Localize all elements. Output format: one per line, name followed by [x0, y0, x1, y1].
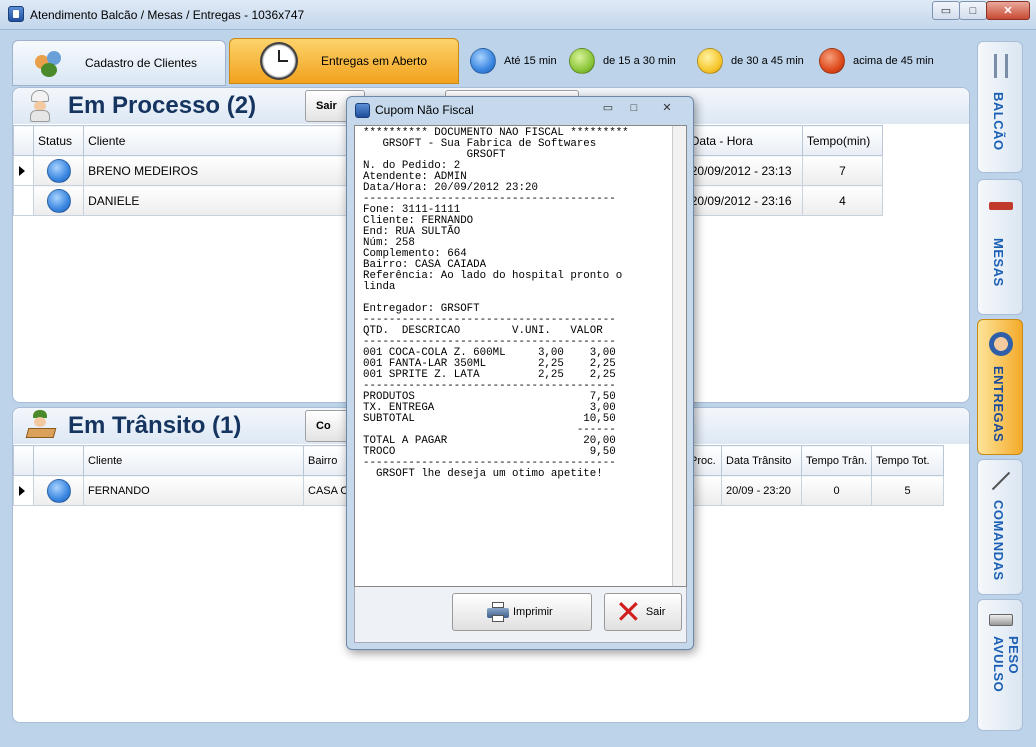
receipt-text: ********** DOCUMENTO NAO FISCAL ********…: [363, 128, 653, 480]
blue-dot-icon: [470, 48, 496, 74]
sair-dialog-button[interactable]: ✕ Sair: [604, 593, 682, 631]
tab-entregas-em-aberto[interactable]: Entregas em Aberto: [229, 38, 459, 84]
grid-indicator-header: [13, 445, 34, 476]
tempo-cell: 7: [801, 155, 884, 186]
app-icon: [8, 6, 24, 22]
status-cell: [33, 475, 84, 506]
dialog-title: Cupom Não Fiscal: [375, 103, 474, 117]
printer-icon: [487, 602, 509, 622]
cliente-cell: FERNANDO: [83, 475, 304, 506]
window-title: Atendimento Balcão / Mesas / Entregas - …: [30, 8, 305, 22]
cupom-dialog: Cupom Não Fiscal ▭ □ ✕ ********** DOCUME…: [346, 96, 694, 650]
column-header-tempo: Tempo(min): [801, 125, 884, 156]
status-cell: [33, 185, 85, 216]
column-header-status: Status: [33, 125, 85, 156]
people-icon: [35, 49, 69, 79]
green-dot-icon: [569, 48, 595, 74]
column-header-data-transito: Data Trânsito: [721, 445, 802, 476]
data-transito-cell: 20/09 - 23:20: [721, 475, 802, 506]
clock-icon: [260, 42, 298, 80]
pen-icon: [991, 471, 1011, 491]
row-indicator: [12, 155, 35, 186]
table-icon: [989, 202, 1013, 210]
dialog-close-button[interactable]: ✕: [647, 99, 687, 116]
side-tab-label: MESAS: [991, 238, 1006, 287]
sair-label: Sair: [645, 606, 666, 618]
legend-label: de 30 a 45 min: [731, 55, 804, 67]
receipt-line: linda: [363, 281, 396, 293]
row-pointer-icon: [19, 485, 25, 496]
side-tab-label: PESO AVULSO: [991, 636, 1021, 693]
receipt-viewer[interactable]: ********** DOCUMENTO NAO FISCAL ********…: [354, 125, 687, 587]
tempo-cell: 4: [801, 185, 884, 216]
status-blue-icon: [46, 158, 71, 183]
dialog-window-controls: ▭ □ ✕: [595, 99, 687, 116]
side-tab-balcao[interactable]: BALCÃO: [977, 41, 1023, 173]
yellow-dot-icon: [697, 48, 723, 74]
cutlery-icon: [994, 54, 1008, 78]
column-header-status: [33, 445, 84, 476]
side-tab-comandas[interactable]: COMANDAS: [977, 459, 1023, 595]
dialog-app-icon: [355, 103, 370, 118]
status-blue-icon: [46, 188, 71, 213]
data-hora-cell: 20/09/2012 - 23:16: [685, 185, 803, 216]
side-tab-entregas[interactable]: ENTREGAS: [977, 319, 1023, 455]
data-hora-cell: 20/09/2012 - 23:13: [685, 155, 803, 186]
column-header-tempo-tot: Tempo Tot.: [871, 445, 944, 476]
delivery-icon: [989, 332, 1013, 356]
dialog-maximize-button[interactable]: □: [621, 99, 647, 116]
dialog-minimize-button[interactable]: ▭: [595, 99, 621, 116]
delivery-man-icon: [25, 410, 57, 442]
receipt-line: GRSOFT lhe deseja um otimo apetite!: [363, 468, 603, 480]
legend-item-green: de 15 a 30 min: [569, 48, 676, 74]
maximize-button[interactable]: □: [959, 1, 987, 20]
minimize-button[interactable]: ▭: [932, 1, 960, 20]
receipt-scrollbar[interactable]: [672, 126, 686, 586]
imprimir-label: Imprimir: [513, 606, 553, 618]
title-bar: Atendimento Balcão / Mesas / Entregas - …: [0, 0, 1036, 30]
panel-title: Em Trânsito (1): [68, 412, 242, 439]
chef-icon: [27, 90, 53, 122]
tab-label: Entregas em Aberto: [321, 54, 428, 68]
imprimir-button[interactable]: Imprimir: [452, 593, 592, 631]
legend-item-yellow: de 30 a 45 min: [697, 48, 804, 74]
legend-item-blue: Até 15 min: [470, 48, 557, 74]
receipt-line: Referência: Ao lado do hospital pronto o: [363, 270, 623, 282]
row-indicator: [13, 475, 34, 506]
legend-label: acima de 45 min: [853, 55, 934, 67]
scale-icon: [989, 614, 1013, 626]
row-pointer-icon: [19, 165, 25, 176]
dialog-footer: Imprimir ✕ Sair: [354, 587, 687, 643]
window-controls: ▭ □ ✕: [932, 1, 1030, 20]
tempo-tot-cell: 5: [871, 475, 944, 506]
grid-indicator-header: [12, 125, 35, 156]
side-tab-label: BALCÃO: [991, 92, 1006, 151]
tab-label: Cadastro de Clientes: [85, 56, 198, 70]
panel-title: Em Processo (2): [68, 92, 257, 119]
close-button[interactable]: ✕: [986, 1, 1030, 20]
column-header-tempo-tran: Tempo Trân.: [801, 445, 872, 476]
tab-cadastro-clientes[interactable]: Cadastro de Clientes: [12, 40, 226, 86]
tempo-tran-cell: 0: [801, 475, 872, 506]
side-tab-peso-avulso[interactable]: PESO AVULSO: [977, 599, 1023, 731]
legend-label: Até 15 min: [504, 55, 557, 67]
side-tab-mesas[interactable]: MESAS: [977, 179, 1023, 315]
red-dot-icon: [819, 48, 845, 74]
side-tab-label: COMANDAS: [991, 500, 1006, 581]
column-header-data-hora: Data - Hora: [685, 125, 803, 156]
legend-item-red: acima de 45 min: [819, 48, 934, 74]
row-indicator: [12, 185, 35, 216]
status-blue-icon: [46, 478, 71, 503]
column-header-cliente: Cliente: [83, 445, 304, 476]
status-cell: [33, 155, 85, 186]
red-x-icon: ✕: [615, 593, 642, 631]
legend-label: de 15 a 30 min: [603, 55, 676, 67]
side-tab-label: ENTREGAS: [991, 366, 1006, 443]
